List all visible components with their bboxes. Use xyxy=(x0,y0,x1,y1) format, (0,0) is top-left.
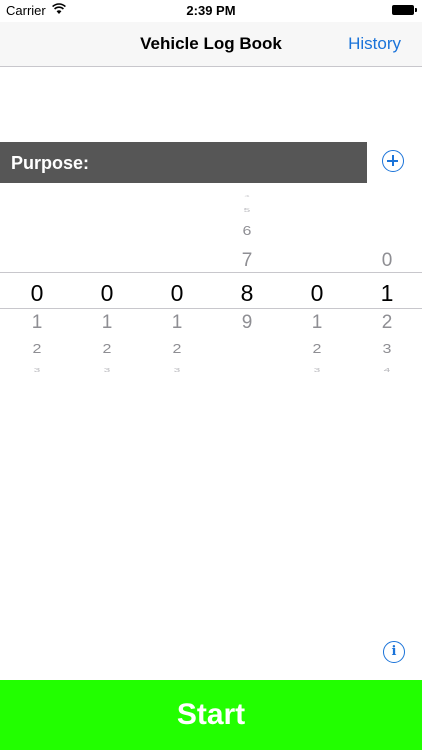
odometer-digit-option: 3 xyxy=(103,366,111,374)
picker-selection-top-line xyxy=(0,272,422,273)
odometer-wheel-2[interactable]: 0 1 2 3 xyxy=(82,195,132,385)
status-time: 2:39 PM xyxy=(186,3,236,18)
odometer-wheel-6[interactable]: 1 0 2 3 4 xyxy=(362,195,412,385)
odometer-selected-digit: 0 xyxy=(100,280,114,306)
odometer-selected-digit: 0 xyxy=(310,280,324,306)
odometer-selected-digit: 0 xyxy=(170,280,184,306)
odometer-picker[interactable]: 0 1 2 3 0 1 2 3 0 1 2 3 8 7 6 5 4 9 0 1 2 3 1 0 2 3 4 xyxy=(0,195,422,385)
odometer-selected-digit: 1 xyxy=(380,280,394,306)
info-button[interactable]: i xyxy=(383,641,405,663)
picker-selection-bottom-line xyxy=(0,308,422,309)
odometer-digit-option: 4 xyxy=(383,366,391,374)
odometer-digit-option: 2 xyxy=(32,342,42,357)
info-circle-icon: i xyxy=(391,644,397,659)
odometer-selected-digit: 8 xyxy=(240,280,254,306)
battery-icon xyxy=(392,5,417,15)
status-bar: Carrier 2:39 PM xyxy=(0,0,422,22)
odometer-digit-option: 2 xyxy=(381,312,393,333)
odometer-digit-option: 2 xyxy=(312,342,322,357)
odometer-selected-digit: 0 xyxy=(30,280,44,306)
odometer-digit-option: 2 xyxy=(102,342,112,357)
odometer-digit-option: 2 xyxy=(172,342,182,357)
odometer-wheel-4[interactable]: 8 7 6 5 4 9 xyxy=(222,195,272,385)
odometer-digit-option: 1 xyxy=(311,312,323,333)
odometer-digit-option: 1 xyxy=(101,312,113,333)
odometer-digit-option: 7 xyxy=(241,250,253,271)
odometer-digit-option: 0 xyxy=(381,250,393,271)
odometer-wheel-5[interactable]: 0 1 2 3 xyxy=(292,195,342,385)
odometer-digit-option: 9 xyxy=(241,312,253,333)
odometer-wheel-3[interactable]: 0 1 2 3 xyxy=(152,195,202,385)
odometer-digit-option: 1 xyxy=(171,312,183,333)
odometer-digit-option: 3 xyxy=(33,366,41,374)
odometer-digit-option: 3 xyxy=(382,342,392,357)
history-button[interactable]: History xyxy=(348,34,401,54)
navigation-bar: Vehicle Log Book History xyxy=(0,22,422,67)
add-purpose-button[interactable] xyxy=(382,150,404,172)
odometer-wheel-1[interactable]: 0 1 2 3 xyxy=(12,195,62,385)
purpose-field[interactable]: Purpose: xyxy=(0,142,367,183)
odometer-digit-option: 3 xyxy=(173,366,181,374)
odometer-digit-option: 3 xyxy=(313,366,321,374)
start-button[interactable]: Start xyxy=(0,680,422,750)
odometer-digit-option: 4 xyxy=(244,194,250,198)
odometer-digit-option: 6 xyxy=(242,224,252,239)
odometer-digit-option: 1 xyxy=(31,312,43,333)
odometer-digit-option: 5 xyxy=(243,206,251,214)
